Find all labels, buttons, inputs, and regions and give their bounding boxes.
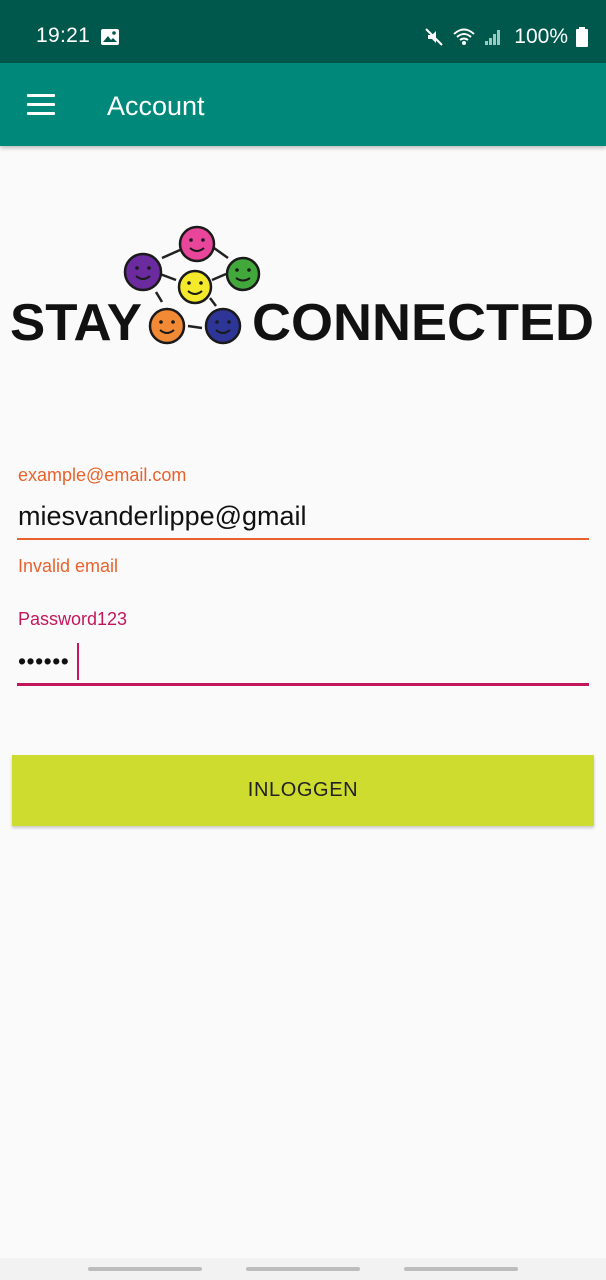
password-underline [17,683,589,686]
app-bar [0,63,606,146]
status-time: 19:21 [36,24,91,47]
email-error-text: Invalid email [18,556,119,576]
logo-text-stay: STAY [10,294,142,352]
wifi-icon [453,28,475,45]
email-field[interactable]: miesvanderlippe@gmail [18,501,307,532]
green-face-icon [225,256,261,292]
logo-text-connected: CONNECTED [252,294,594,352]
purple-face-icon [123,252,163,292]
status-bar: 19:21 100% [0,0,606,63]
pink-face-icon [178,225,216,263]
password-field-label: Password123 [18,609,128,629]
blue-face-icon [204,307,242,345]
nav-home-button[interactable] [246,1267,360,1271]
mute-icon [425,28,443,46]
battery-percent: 100% [514,25,568,48]
yellow-face-icon [177,269,213,305]
battery-icon [576,27,588,47]
page-title: Account [107,91,205,121]
signal-icon [485,30,501,45]
email-underline [17,538,589,540]
nav-recents-button[interactable] [88,1267,202,1271]
orange-face-icon [148,307,186,345]
nav-back-button[interactable] [404,1267,518,1271]
email-field-label: example@email.com [18,465,187,485]
password-field[interactable]: •••••• [18,648,69,675]
stay-connected-logo: STAY CONNECTED [10,225,594,352]
image-icon [101,29,119,45]
login-button[interactable]: INLOGGEN [12,755,594,826]
text-cursor [77,643,79,680]
status-icons: 100% [424,22,588,52]
menu-icon[interactable] [27,94,55,116]
